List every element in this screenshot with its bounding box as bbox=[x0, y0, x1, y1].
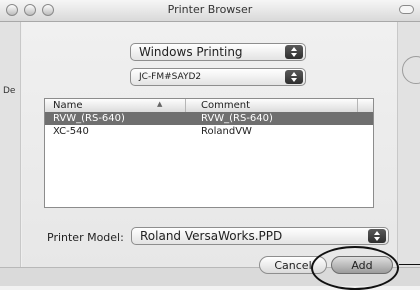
printer-browser-window: Printer Browser De Windows Printing JC-F… bbox=[0, 0, 420, 290]
background-window-left: De bbox=[0, 22, 21, 267]
table-row[interactable]: RVW_(RS-640) RVW_(RS-640) bbox=[45, 112, 373, 125]
printer-name: RVW_(RS-640) bbox=[53, 113, 125, 124]
printer-model-value: Roland VersaWorks.PPD bbox=[140, 229, 283, 243]
printer-comment: RolandVW bbox=[201, 126, 252, 137]
column-divider bbox=[357, 99, 358, 112]
window-title: Printer Browser bbox=[167, 3, 253, 16]
background-window-right bbox=[397, 22, 420, 267]
up-down-arrows-icon bbox=[285, 70, 303, 84]
background-window-text: De bbox=[3, 86, 16, 96]
list-header: Name ▲ Comment bbox=[45, 99, 373, 113]
column-header-name[interactable]: Name bbox=[53, 100, 83, 111]
printer-list[interactable]: Name ▲ Comment RVW_(RS-640) RVW_(RS-640)… bbox=[44, 98, 374, 208]
printer-name: XC-540 bbox=[53, 126, 89, 137]
column-divider bbox=[185, 99, 186, 112]
printer-browser-sheet: Windows Printing JC-FM#SAYD2 Name ▲ Comm… bbox=[22, 22, 397, 274]
toolbar-toggle-button[interactable] bbox=[399, 5, 414, 14]
printer-comment: RVW_(RS-640) bbox=[201, 113, 273, 124]
printer-model-label: Printer Model: bbox=[47, 231, 124, 244]
column-header-comment[interactable]: Comment bbox=[201, 100, 250, 111]
sort-ascending-icon: ▲ bbox=[157, 100, 163, 108]
connection-type-popup[interactable]: Windows Printing bbox=[130, 43, 306, 61]
server-value: JC-FM#SAYD2 bbox=[139, 72, 202, 82]
title-bar[interactable]: Printer Browser bbox=[0, 0, 420, 22]
server-popup[interactable]: JC-FM#SAYD2 bbox=[130, 68, 306, 86]
table-row[interactable]: XC-540 RolandVW bbox=[45, 125, 373, 138]
connection-type-value: Windows Printing bbox=[139, 45, 243, 59]
up-down-arrows-icon bbox=[285, 45, 303, 59]
highlight-circle bbox=[311, 246, 399, 290]
background-button-edge bbox=[402, 56, 420, 84]
printer-model-popup[interactable]: Roland VersaWorks.PPD bbox=[131, 227, 389, 245]
up-down-arrows-icon bbox=[368, 229, 386, 243]
callout-line bbox=[399, 264, 420, 265]
